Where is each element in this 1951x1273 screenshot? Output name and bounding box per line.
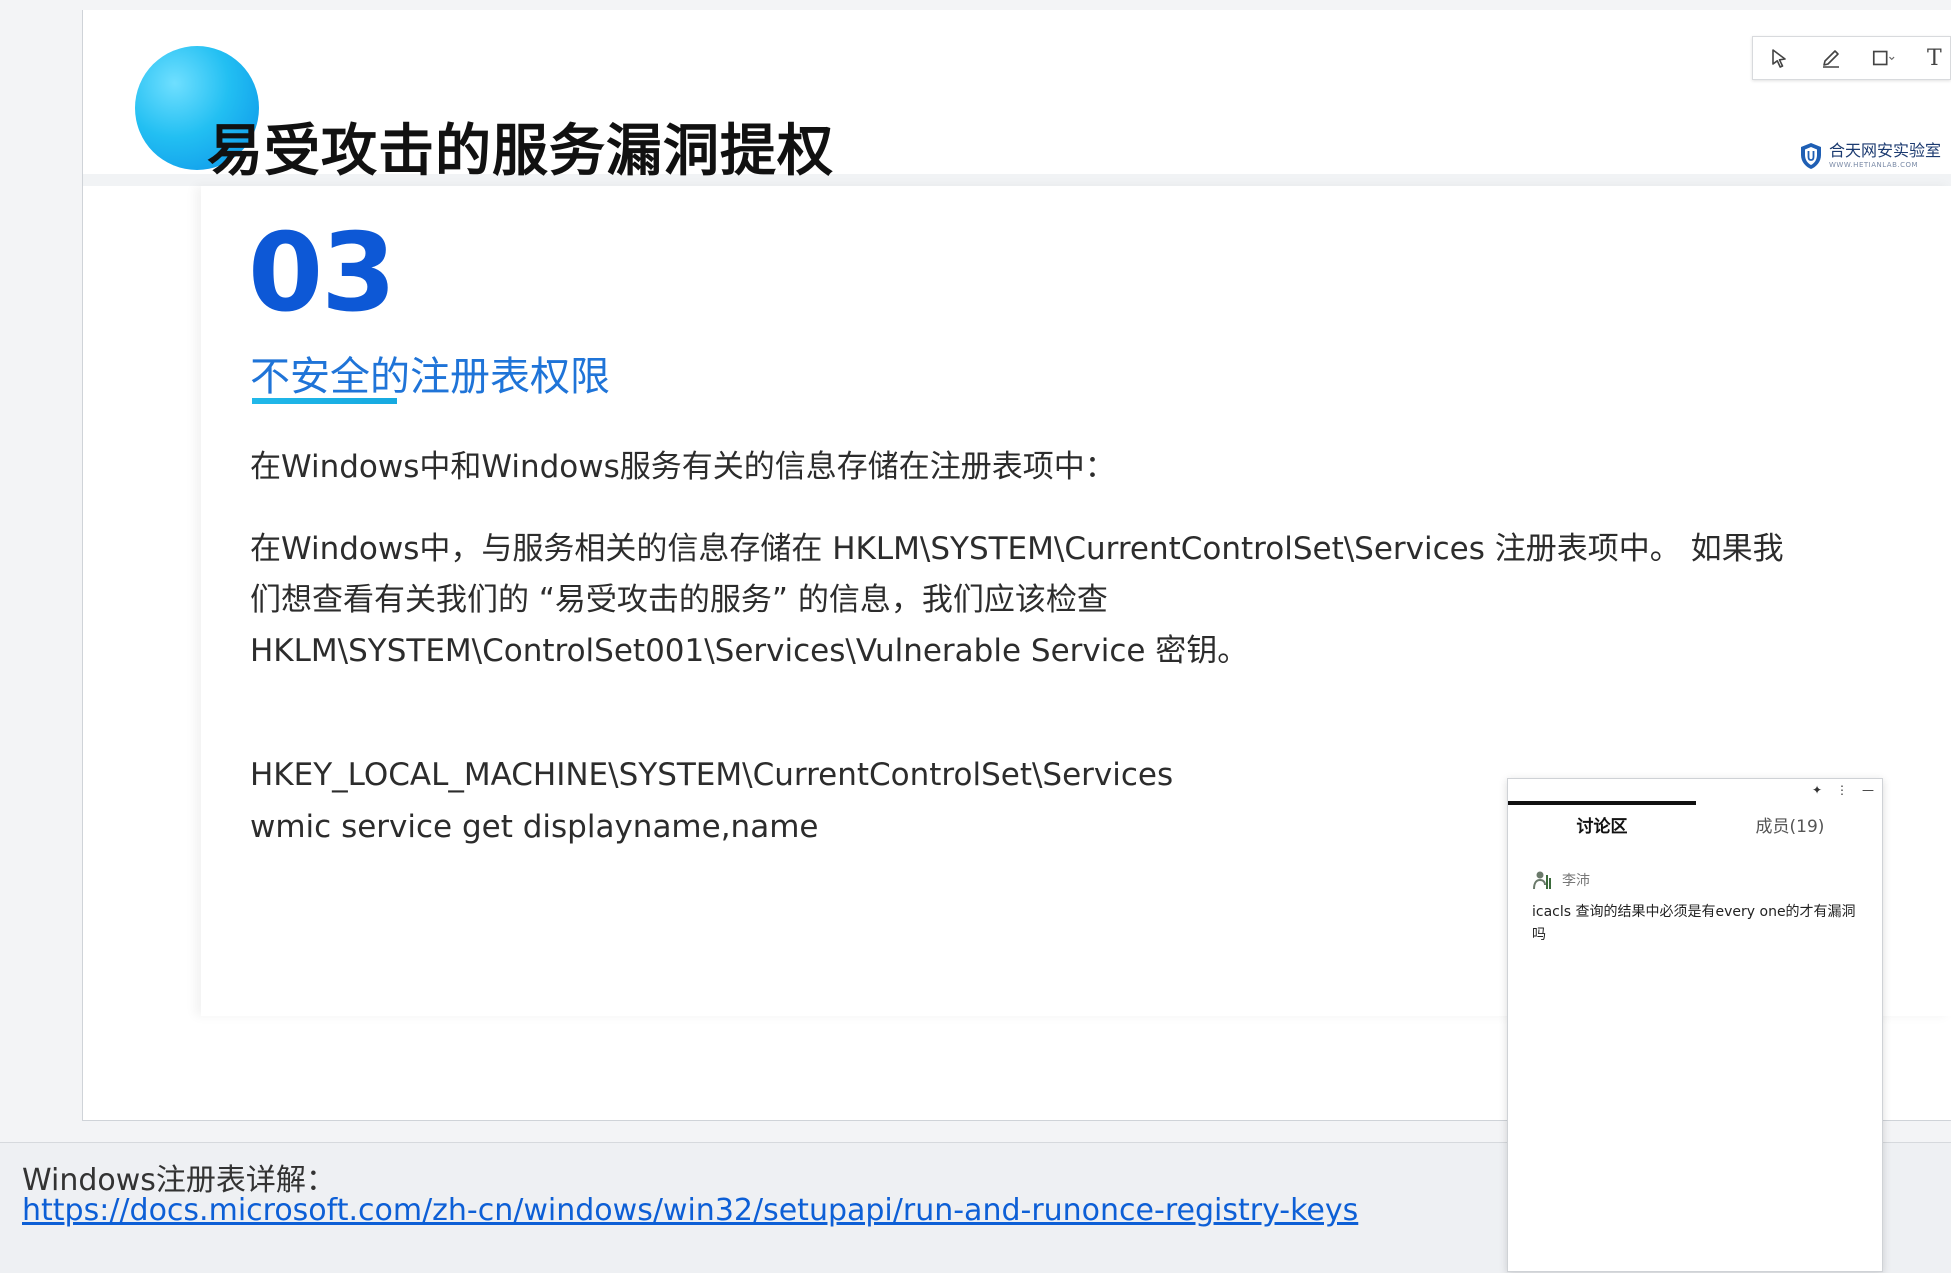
tab-members[interactable]: 成员(19) bbox=[1696, 805, 1884, 843]
discussion-panel: ✦ ⋮ — 讨论区 成员(19) 李沛 icacls 查询的结果中必须是有eve… bbox=[1507, 778, 1883, 1272]
pen-icon[interactable] bbox=[1819, 46, 1843, 70]
select-arrow-icon[interactable] bbox=[1767, 46, 1791, 70]
intro-paragraph: 在Windows中和Windows服务有关的信息存储在注册表项中： bbox=[250, 449, 1116, 485]
presentation-window: 易受攻击的服务漏洞提权 合天网安实验室 WWW.HETIANLAB.COM 03… bbox=[0, 0, 1951, 1273]
body-paragraph-line-2: 们想查看有关我们的 “易受攻击的服务” 的信息，我们应该检查 bbox=[250, 582, 1108, 618]
section-number: 03 bbox=[248, 211, 396, 336]
body-paragraph-line-3: HKLM\SYSTEM\ControlSet001\Services\Vulne… bbox=[250, 633, 1249, 669]
brand-logo: 合天网安实验室 WWW.HETIANLAB.COM bbox=[1799, 142, 1941, 170]
brand-name: 合天网安实验室 bbox=[1829, 141, 1942, 160]
more-options-icon[interactable]: ⋮ bbox=[1836, 783, 1848, 797]
shield-icon bbox=[1801, 143, 1821, 169]
rectangle-icon[interactable] bbox=[1871, 46, 1895, 70]
registry-path-line: HKEY_LOCAL_MACHINE\SYSTEM\CurrentControl… bbox=[250, 757, 1174, 793]
avatar-icon bbox=[1533, 871, 1551, 890]
section-title-underline bbox=[252, 398, 397, 404]
pin-icon[interactable]: ✦ bbox=[1812, 783, 1822, 797]
message-text: icacls 查询的结果中必须是有every one的才有漏洞吗 bbox=[1532, 904, 1856, 943]
text-tool-glyph: T bbox=[1927, 45, 1942, 71]
body-paragraph-line-1: 在Windows中，与服务相关的信息存储在 HKLM\SYSTEM\Curren… bbox=[250, 531, 1784, 567]
section-title: 不安全的注册表权限 bbox=[250, 354, 610, 400]
brand-website: WWW.HETIANLAB.COM bbox=[1829, 161, 1919, 169]
slide-title: 易受攻击的服务漏洞提权 bbox=[207, 119, 834, 184]
wmic-command-line: wmic service get displayname,name bbox=[250, 809, 819, 845]
minimize-icon[interactable]: — bbox=[1862, 783, 1874, 797]
tab-discussion[interactable]: 讨论区 bbox=[1508, 801, 1696, 843]
discussion-controls: ✦ ⋮ — bbox=[1812, 783, 1874, 797]
annotation-toolbar: T bbox=[1752, 36, 1951, 80]
message-author: 李沛 bbox=[1532, 869, 1590, 891]
reference-link[interactable]: https://docs.microsoft.com/zh-cn/windows… bbox=[22, 1193, 1358, 1228]
text-icon[interactable]: T bbox=[1923, 45, 1947, 71]
message-author-name: 李沛 bbox=[1562, 873, 1590, 889]
